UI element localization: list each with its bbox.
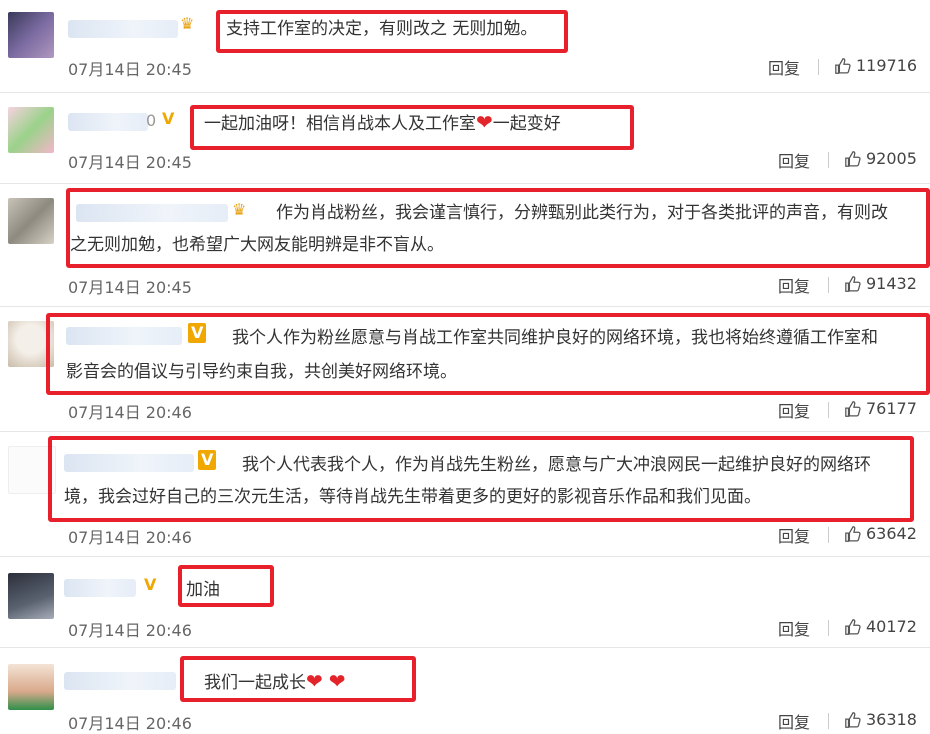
thumbs-up-icon (845, 400, 861, 417)
reply-button[interactable]: 回复 (778, 616, 810, 640)
avatar[interactable] (8, 107, 54, 153)
reply-button[interactable]: 回复 (778, 523, 810, 547)
comment-6: V 加油 07月14日 20:46 回复 40172 (0, 557, 930, 647)
reply-button[interactable]: 回复 (778, 273, 810, 297)
timestamp: 07月14日 20:46 (68, 528, 192, 547)
highlight-box (190, 105, 634, 150)
like-button[interactable]: 92005 (844, 149, 917, 168)
avatar[interactable] (8, 12, 54, 58)
avatar[interactable] (8, 198, 54, 244)
timestamp: 07月14日 20:45 (68, 60, 192, 79)
username[interactable] (64, 672, 176, 690)
like-button[interactable]: 76177 (844, 399, 917, 418)
like-button[interactable]: 119716 (834, 56, 917, 75)
like-button[interactable]: 63642 (844, 524, 917, 543)
comment-3: ♛ 作为肖战粉丝，我会谨言慎行，分辨甄别此类行为，对于各类批评的声音，有则改 之… (0, 184, 930, 306)
avatar[interactable] (8, 664, 54, 710)
divider (828, 713, 829, 729)
like-count: 40172 (866, 617, 917, 636)
reply-button[interactable]: 回复 (778, 709, 810, 733)
thumbs-up-icon (845, 618, 861, 635)
crown-icon: ♛ (180, 14, 195, 33)
like-count: 63642 (866, 524, 917, 543)
timestamp: 07月14日 20:45 (68, 278, 192, 297)
divider (828, 620, 829, 636)
username-fragment: 0 (146, 111, 157, 130)
thumbs-up-icon (845, 150, 861, 167)
comment-4: V 我个人作为粉丝愿意与肖战工作室共同维护良好的网络环境，我也将始终遵循工作室和… (0, 307, 930, 431)
divider (818, 59, 819, 75)
divider (828, 277, 829, 293)
highlight-box (178, 565, 274, 607)
highlight-box (48, 436, 914, 522)
timestamp: 07月14日 20:45 (68, 153, 192, 172)
like-count: 92005 (866, 149, 917, 168)
comment-5: V 我个人代表我个人，作为肖战先生粉丝，愿意与广大冲浪网民一起维护良好的网络环 … (0, 432, 930, 556)
thumbs-up-icon (835, 57, 851, 74)
divider (828, 152, 829, 168)
timestamp: 07月14日 20:46 (68, 621, 192, 640)
comment-1: ♛ 支持工作室的决定，有则改之 无则加勉。 07月14日 20:45 回复 11… (0, 0, 930, 92)
like-button[interactable]: 91432 (844, 274, 917, 293)
like-count: 119716 (856, 56, 918, 75)
like-button[interactable]: 36318 (844, 710, 917, 729)
username[interactable] (68, 113, 148, 131)
timestamp: 07月14日 20:46 (68, 714, 192, 733)
username[interactable] (64, 579, 136, 597)
like-count: 36318 (866, 710, 917, 729)
like-button[interactable]: 40172 (844, 617, 917, 636)
timestamp: 07月14日 20:46 (68, 403, 192, 422)
comment-7: 我们一起成长❤ ❤ 07月14日 20:46 回复 36318 (0, 648, 930, 733)
reply-button[interactable]: 回复 (768, 55, 800, 79)
reply-button[interactable]: 回复 (778, 398, 810, 422)
reply-button[interactable]: 回复 (778, 148, 810, 172)
highlight-box (46, 313, 930, 395)
thumbs-up-icon (845, 525, 861, 542)
username[interactable] (68, 20, 178, 38)
highlight-box (180, 656, 416, 702)
thumbs-up-icon (845, 711, 861, 728)
comment-2: 0 V 一起加油呀！相信肖战本人及工作室❤一起变好 07月14日 20:45 回… (0, 93, 930, 183)
avatar[interactable] (8, 573, 54, 619)
divider (828, 402, 829, 418)
highlight-box (66, 188, 930, 268)
like-count: 91432 (866, 274, 917, 293)
verified-v-icon: V (162, 109, 175, 128)
verified-v-icon: V (144, 575, 157, 594)
highlight-box (216, 10, 568, 53)
thumbs-up-icon (845, 275, 861, 292)
like-count: 76177 (866, 399, 917, 418)
divider (828, 527, 829, 543)
